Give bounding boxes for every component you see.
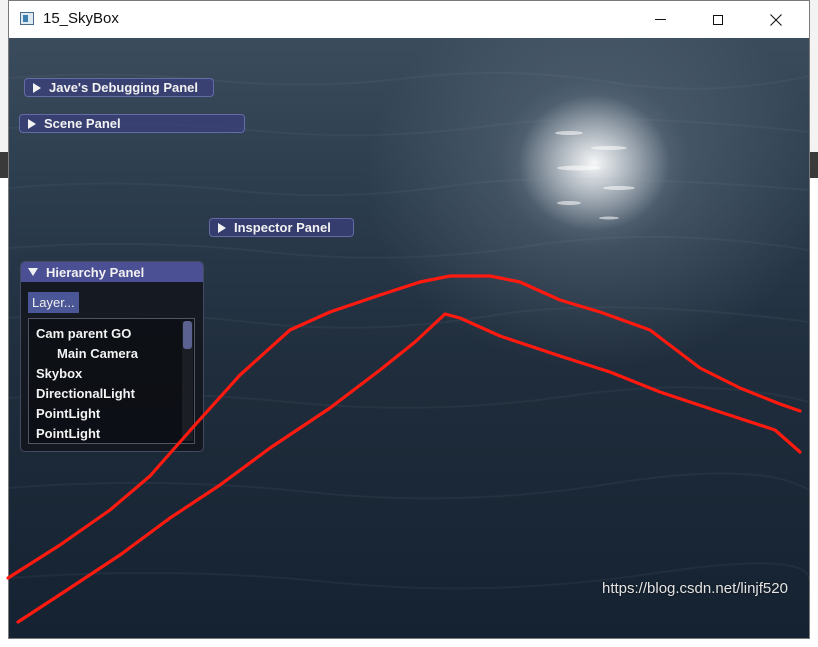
app-window: 15_SkyBox Jave's Debugging Panel Scene P…: [8, 0, 810, 639]
list-item[interactable]: Main Camera: [57, 346, 138, 361]
expand-arrow-icon: [218, 222, 226, 233]
list-item[interactable]: Skybox: [36, 366, 82, 381]
inspector-panel-header[interactable]: Inspector Panel: [209, 218, 354, 237]
collapse-arrow-icon: [28, 268, 38, 276]
debugging-panel-header[interactable]: Jave's Debugging Panel: [24, 78, 214, 97]
render-viewport[interactable]: Jave's Debugging Panel Scene Panel Inspe…: [9, 38, 809, 638]
list-scrollbar[interactable]: [182, 321, 193, 441]
close-icon: [770, 13, 782, 26]
close-button[interactable]: [753, 1, 799, 38]
expand-arrow-icon: [28, 118, 36, 129]
layer-button[interactable]: Layer...: [28, 292, 79, 313]
list-item[interactable]: Cam parent GO: [36, 326, 131, 341]
panel-title: Jave's Debugging Panel: [49, 80, 199, 95]
list-item[interactable]: DirectionalLight: [36, 386, 135, 401]
panel-title: Hierarchy Panel: [46, 264, 145, 280]
watermark: https://blog.csdn.net/linjf520: [602, 580, 788, 597]
window-title: 15_SkyBox: [43, 10, 119, 27]
hierarchy-panel-header[interactable]: Hierarchy Panel: [21, 262, 203, 282]
hierarchy-panel: Hierarchy Panel Layer... Cam parent GO M…: [20, 261, 204, 452]
maximize-icon: [713, 14, 723, 25]
app-window-icon: [20, 12, 34, 25]
expand-arrow-icon: [33, 82, 41, 93]
minimize-icon: [654, 19, 666, 20]
panel-title: Inspector Panel: [234, 220, 331, 235]
background-dark-strip-left: [0, 152, 8, 178]
panel-title: Scene Panel: [44, 116, 121, 131]
list-item[interactable]: PointLight: [36, 406, 100, 421]
scrollbar-thumb[interactable]: [183, 321, 192, 349]
list-item[interactable]: PointLight: [36, 426, 100, 441]
title-bar[interactable]: 15_SkyBox: [9, 1, 809, 38]
scene-panel-header[interactable]: Scene Panel: [19, 114, 245, 133]
minimize-button[interactable]: [637, 1, 683, 38]
background-dark-strip-right: [810, 152, 818, 178]
maximize-button[interactable]: [695, 1, 741, 38]
hierarchy-list[interactable]: Cam parent GO Main Camera Skybox Directi…: [28, 318, 195, 444]
